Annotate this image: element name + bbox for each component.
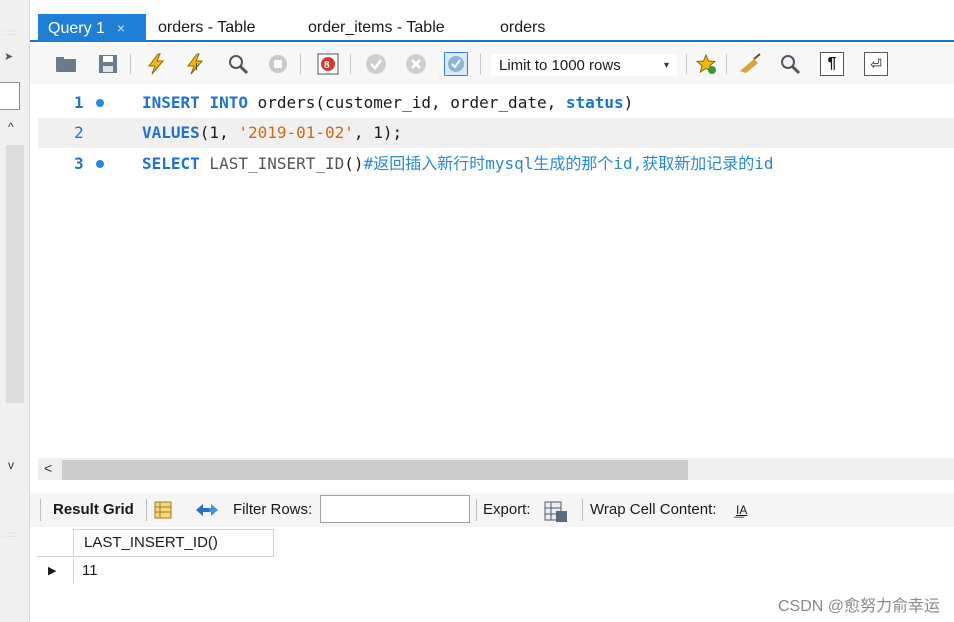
- save-icon[interactable]: [96, 52, 120, 76]
- commit-icon[interactable]: [364, 52, 388, 76]
- scroll-left-arrow[interactable]: <: [44, 460, 52, 476]
- wrap-cell-content-label: Wrap Cell Content:: [590, 501, 717, 518]
- find-icon[interactable]: [778, 52, 802, 76]
- stop-icon[interactable]: [266, 52, 290, 76]
- vertical-scroll-thumb[interactable]: [6, 145, 24, 403]
- statement-marker-icon: [96, 160, 104, 168]
- column-header[interactable]: LAST_INSERT_ID(): [74, 529, 274, 557]
- pin-icon[interactable]: ➤: [4, 50, 13, 63]
- line-number: 1: [74, 93, 84, 112]
- grip-icon: ::::: [4, 530, 17, 539]
- svg-text:8: 8: [324, 60, 330, 71]
- code-line: SELECT LAST_INSERT_ID()#返回插入新行时mysql生成的那…: [142, 154, 774, 173]
- code-line: INSERT INTO orders(customer_id, order_da…: [142, 93, 634, 112]
- filter-rows-label: Filter Rows:: [233, 501, 313, 518]
- line-number: 2: [74, 123, 84, 142]
- limit-rows-value: Limit to 1000 rows: [499, 57, 621, 74]
- tab-label: Query 1: [48, 20, 105, 37]
- left-panel-strip: :::: ➤ ^ v ::::: [0, 0, 30, 622]
- horizontal-scrollbar[interactable]: <: [38, 458, 954, 480]
- code-line: VALUES(1, '2019-01-02', 1);: [142, 123, 403, 142]
- horizontal-scroll-thumb[interactable]: [62, 460, 688, 480]
- editor-line: 3 SELECT LAST_INSERT_ID()#返回插入新行时mysql生成…: [38, 149, 954, 179]
- query-tab-bar: Query 1 × orders - Table order_items - Ta…: [30, 10, 954, 42]
- wrap-cell-toggle-icon[interactable]: I͟A: [736, 501, 747, 519]
- autocommit-icon[interactable]: [444, 52, 468, 76]
- editor-line: 2 VALUES(1, '2019-01-02', 1);: [38, 118, 954, 148]
- export-label: Export:: [483, 501, 531, 518]
- tab-orders[interactable]: orders: [490, 14, 555, 42]
- invisible-chars-icon[interactable]: ¶: [820, 52, 844, 76]
- tab-order-items-table[interactable]: order_items - Table: [298, 14, 455, 42]
- statement-marker-icon: [96, 99, 104, 107]
- result-toolbar: Result Grid Filter Rows: Export: Wrap Ce…: [30, 493, 954, 527]
- tab-query-1[interactable]: Query 1 ×: [38, 14, 146, 42]
- left-panel-field[interactable]: [0, 82, 20, 110]
- watermark: CSDN @愈努力俞幸运: [777, 598, 940, 615]
- svg-text:I: I: [195, 62, 198, 73]
- sql-editor[interactable]: 1 INSERT INTO orders(customer_id, order_…: [38, 86, 954, 458]
- tab-label: orders - Table: [158, 19, 256, 36]
- tab-label: orders: [500, 19, 546, 36]
- export-icon[interactable]: [544, 501, 568, 528]
- row-selector-icon[interactable]: ▶: [38, 559, 74, 583]
- result-grid-button[interactable]: Result Grid: [53, 501, 134, 519]
- grip-icon: ::::: [4, 28, 17, 37]
- rollback-icon[interactable]: [404, 52, 428, 76]
- open-folder-icon[interactable]: [54, 52, 78, 76]
- toggle-error-icon[interactable]: 8: [316, 52, 340, 76]
- line-number: 3: [74, 154, 84, 173]
- editor-line: 1 INSERT INTO orders(customer_id, order_…: [38, 88, 954, 118]
- execute-current-icon[interactable]: I: [184, 52, 208, 76]
- chevron-down-icon: ▾: [663, 60, 669, 71]
- grid-cell[interactable]: 11: [82, 559, 98, 583]
- scroll-down-arrow[interactable]: v: [8, 458, 14, 472]
- explain-icon[interactable]: [226, 52, 250, 76]
- scroll-up-arrow[interactable]: ^: [8, 120, 14, 134]
- execute-icon[interactable]: [144, 52, 168, 76]
- beautify-star-icon[interactable]: [694, 52, 718, 76]
- sql-editor-toolbar: I 8 Limit to 1000 rows ▾ ¶ ⏎: [30, 44, 954, 84]
- form-view-icon[interactable]: [154, 501, 172, 524]
- grid-corner[interactable]: [38, 529, 74, 557]
- tab-label: order_items - Table: [308, 19, 445, 36]
- wrap-icon[interactable]: ⏎: [864, 52, 888, 76]
- broom-icon[interactable]: [738, 52, 762, 76]
- close-icon[interactable]: ×: [117, 20, 125, 36]
- filter-rows-input[interactable]: [320, 495, 470, 523]
- refresh-icon[interactable]: [194, 501, 220, 524]
- tab-orders-table[interactable]: orders - Table: [148, 14, 266, 42]
- limit-rows-select[interactable]: Limit to 1000 rows ▾: [490, 53, 678, 77]
